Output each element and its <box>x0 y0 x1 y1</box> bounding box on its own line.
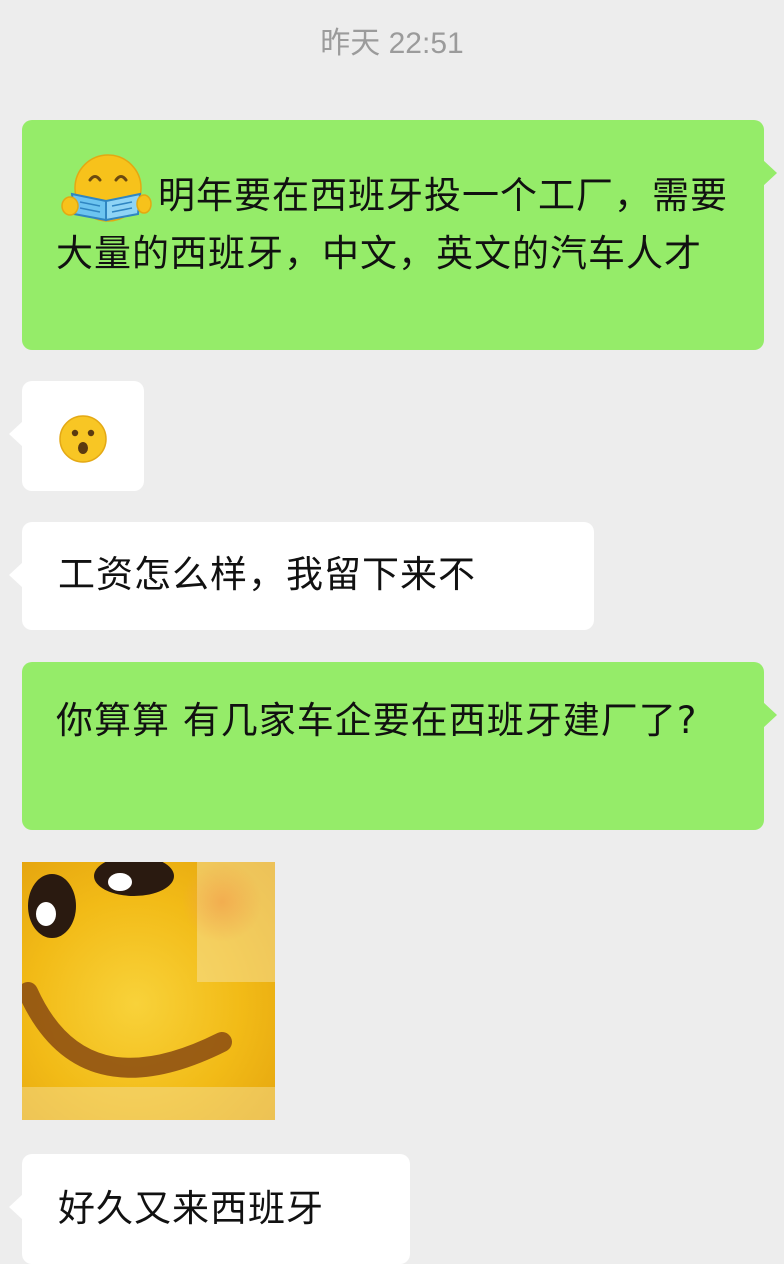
hushed-face-emoji-icon <box>59 415 107 463</box>
reading-book-emoji-icon <box>61 154 152 222</box>
message-text: 好久又来西班牙 <box>58 1187 324 1230</box>
message-bubble-sent[interactable]: 明年要在西班牙投一个工厂，需要大量的西班牙，中文，英文的汽车人才 <box>22 120 777 350</box>
message-bubble-received[interactable] <box>9 381 144 491</box>
message-bubble-received[interactable]: 好久又来西班牙 <box>9 1154 410 1264</box>
message-text: 工资怎么样，我留下来不 <box>58 553 476 596</box>
message-text: 明年要在西班牙投一个工厂，需要大量的西班牙，中文，英文的汽车人才 <box>56 174 728 275</box>
message-bubble-sent[interactable]: 你算算 有几家车企要在西班牙建厂了? <box>22 662 777 830</box>
message-bubble-received[interactable]: 工资怎么样，我留下来不 <box>9 522 594 630</box>
message-text: 你算算 有几家车企要在西班牙建厂了? <box>56 699 698 742</box>
chat-timestamp: 昨天 22:51 <box>320 27 464 60</box>
smiley-sticker-image[interactable] <box>22 862 275 1120</box>
